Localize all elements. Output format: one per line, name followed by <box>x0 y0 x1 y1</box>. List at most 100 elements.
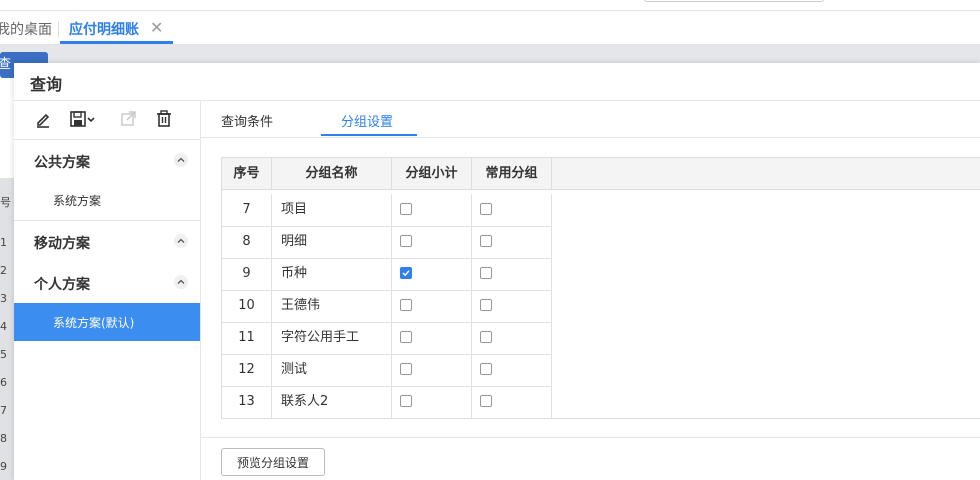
row-number-cell: 12 <box>222 354 272 386</box>
tab-separator <box>58 21 59 37</box>
subtotal-checkbox[interactable] <box>400 235 412 247</box>
table-row[interactable]: 12 测试 <box>222 354 552 387</box>
common-checkbox[interactable] <box>480 299 492 311</box>
table-row[interactable]: 7 项目 <box>222 194 552 227</box>
group-personal[interactable]: 个人方案 <box>14 262 200 302</box>
subtotal-checkbox[interactable] <box>400 331 412 343</box>
row-number-cell: 11 <box>222 322 272 354</box>
background-toolbar <box>0 45 980 65</box>
query-dialog: 查询 公共方案 系统方案 移动方案 个人方案 系统方案(默认) 查询条件 分组设… <box>14 63 980 480</box>
top-search-input[interactable] <box>644 0 824 2</box>
tab-payable-ledger[interactable]: 应付明细账 <box>69 19 139 39</box>
row-number: 号 <box>0 196 11 209</box>
row-number: 7 <box>0 404 7 417</box>
tab-desktop[interactable]: 我的桌面 <box>0 19 52 39</box>
row-number: 3 <box>0 292 7 305</box>
group-label: 公共方案 <box>34 155 90 171</box>
table-row[interactable]: 11 字符公用手工 <box>222 322 552 355</box>
group-name-cell: 币种 <box>272 258 392 290</box>
scheme-item-system[interactable]: 系统方案 <box>14 181 200 219</box>
column-header-no: 序号 <box>222 158 272 189</box>
sidebar-toolbar <box>14 101 200 140</box>
row-number: 6 <box>0 376 7 389</box>
common-checkbox[interactable] <box>480 267 492 279</box>
app-tabbar: 我的桌面 应付明细账 ✕ <box>0 11 980 45</box>
row-number-cell: 8 <box>222 226 272 258</box>
close-icon[interactable]: ✕ <box>150 18 163 37</box>
subtotal-cell <box>392 226 472 258</box>
dialog-tabs: 查询条件 分组设置 <box>201 101 980 138</box>
save-icon[interactable] <box>68 109 98 129</box>
group-public[interactable]: 公共方案 <box>14 140 200 180</box>
tab-active-underline <box>60 41 173 44</box>
common-cell <box>472 226 552 258</box>
group-label: 个人方案 <box>34 277 90 293</box>
row-number-cell: 13 <box>222 386 272 418</box>
edit-icon[interactable] <box>33 109 53 129</box>
subtotal-checkbox[interactable] <box>400 395 412 407</box>
group-name-cell: 明细 <box>272 226 392 258</box>
common-cell <box>472 290 552 322</box>
subtotal-cell <box>392 354 472 386</box>
chevron-up-icon[interactable] <box>174 153 188 167</box>
group-label: 移动方案 <box>34 236 90 252</box>
subtotal-checkbox[interactable] <box>400 203 412 215</box>
preview-group-settings-button[interactable]: 预览分组设置 <box>221 448 325 476</box>
divider <box>201 437 980 438</box>
group-name-cell: 项目 <box>272 194 392 226</box>
row-number: 2 <box>0 264 7 277</box>
common-checkbox[interactable] <box>480 363 492 375</box>
column-header-common: 常用分组 <box>472 158 552 189</box>
chevron-up-icon[interactable] <box>174 234 188 248</box>
common-checkbox[interactable] <box>480 203 492 215</box>
table-row[interactable]: 10 王德伟 <box>222 290 552 323</box>
table-row[interactable]: 13 联系人2 <box>222 386 552 419</box>
scheme-sidebar: 公共方案 系统方案 移动方案 个人方案 系统方案(默认) <box>14 101 201 480</box>
row-number: 5 <box>0 348 7 361</box>
tab-active-underline <box>321 134 417 136</box>
common-checkbox[interactable] <box>480 235 492 247</box>
export-icon[interactable] <box>118 109 138 129</box>
scheme-item-system-default[interactable]: 系统方案(默认) <box>14 303 200 341</box>
common-cell <box>472 258 552 290</box>
tab-group-settings[interactable]: 分组设置 <box>341 111 393 130</box>
subtotal-cell <box>392 258 472 290</box>
common-cell <box>472 322 552 354</box>
subtotal-cell <box>392 322 472 354</box>
column-header-name: 分组名称 <box>272 158 392 189</box>
subtotal-checkbox[interactable] <box>400 267 412 279</box>
subtotal-checkbox[interactable] <box>400 363 412 375</box>
group-name-cell: 王德伟 <box>272 290 392 322</box>
row-number: 8 <box>0 432 7 445</box>
group-mobile[interactable]: 移动方案 <box>14 221 200 261</box>
background-row-numbers: 号 1 2 3 4 5 6 7 8 9 <box>0 178 14 480</box>
row-number-cell: 7 <box>222 194 272 226</box>
row-number-cell: 9 <box>222 258 272 290</box>
scheme-item-label: 系统方案 <box>53 194 102 208</box>
row-number: 1 <box>0 236 7 249</box>
top-strip <box>0 0 980 11</box>
group-name-cell: 测试 <box>272 354 392 386</box>
common-cell <box>472 354 552 386</box>
group-name-cell: 字符公用手工 <box>272 322 392 354</box>
subtotal-cell <box>392 386 472 418</box>
subtotal-checkbox[interactable] <box>400 299 412 311</box>
table-row[interactable]: 8 明细 <box>222 226 552 259</box>
table-row[interactable]: 9 币种 <box>222 258 552 291</box>
common-cell <box>472 194 552 226</box>
scheme-item-label: 系统方案(默认) <box>53 316 135 330</box>
subtotal-cell <box>392 290 472 322</box>
group-name-cell: 联系人2 <box>272 386 392 418</box>
trash-icon[interactable] <box>154 109 174 129</box>
tab-query-conditions[interactable]: 查询条件 <box>221 111 273 130</box>
subtotal-cell <box>392 194 472 226</box>
row-number-cell: 10 <box>222 290 272 322</box>
common-cell <box>472 386 552 418</box>
row-number: 4 <box>0 320 7 333</box>
dialog-title: 查询 <box>30 75 63 94</box>
chevron-up-icon[interactable] <box>174 275 188 289</box>
group-settings-table: 序号 分组名称 分组小计 常用分组 7 项目 8 明细 9 币种 10 王德伟 11 字符公用手工… <box>221 157 980 419</box>
common-checkbox[interactable] <box>480 395 492 407</box>
common-checkbox[interactable] <box>480 331 492 343</box>
row-number: 9 <box>0 460 7 473</box>
